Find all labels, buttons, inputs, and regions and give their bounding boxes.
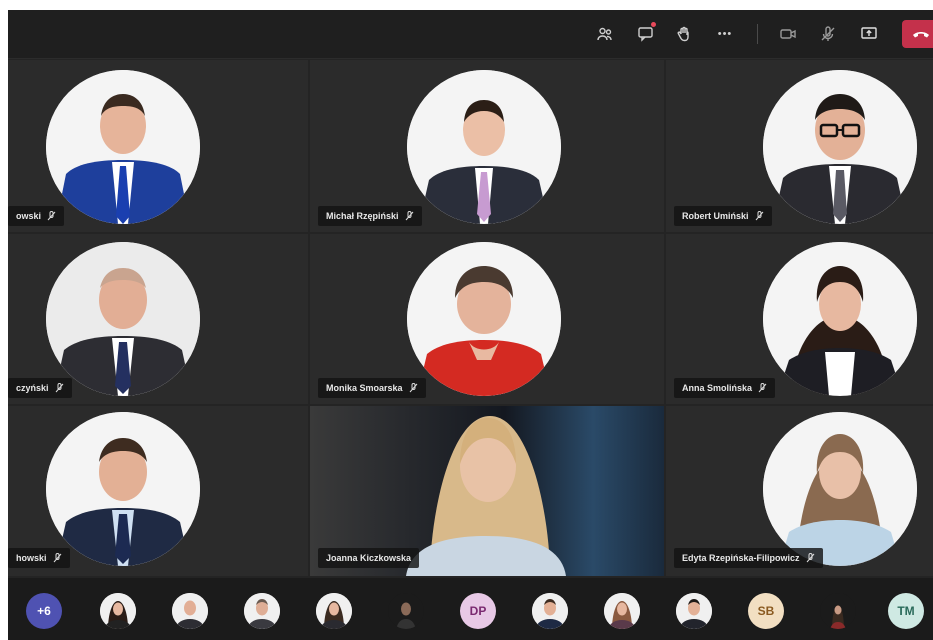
participant-name: Joanna Kiczkowska: [326, 553, 412, 563]
participant-avatar: [46, 412, 200, 566]
microphone-muted-icon: [806, 553, 814, 563]
participant-tile[interactable]: czyński: [8, 234, 308, 404]
chat-icon: [638, 27, 653, 42]
participant-avatar: [46, 242, 200, 396]
participant-initials-avatar[interactable]: DP: [460, 593, 496, 629]
hang-up-icon: [913, 32, 929, 38]
participant-thumbnail[interactable]: [316, 593, 352, 629]
participant-thumbnail[interactable]: [820, 593, 856, 629]
participant-thumbnail[interactable]: [172, 593, 208, 629]
participant-tile[interactable]: Anna Smolińska: [666, 234, 933, 404]
participant-avatar: [46, 70, 200, 224]
microphone-muted-icon: [47, 211, 56, 221]
camera-button[interactable]: [776, 23, 800, 45]
microphone-muted-icon: [55, 383, 63, 393]
participant-name-tag: Monika Smoarska: [318, 378, 426, 398]
participant-tile[interactable]: Monika Smoarska: [310, 234, 664, 404]
participant-name: howski: [16, 553, 47, 563]
participant-thumbnail[interactable]: [532, 593, 568, 629]
participant-thumbnail[interactable]: [100, 593, 136, 629]
microphone-muted-icon: [405, 211, 413, 221]
participant-name-tag: czyński: [8, 378, 72, 398]
active-speaker-video-tile[interactable]: Joanna Kiczkowska: [310, 406, 664, 576]
participant-avatar: [407, 242, 561, 396]
microphone-muted-icon: [409, 383, 417, 393]
participant-name-tag: Anna Smolińska: [674, 378, 776, 398]
share-screen-icon: [861, 27, 877, 39]
participant-tile[interactable]: Robert Umiński: [666, 60, 933, 232]
people-icon: [597, 27, 612, 41]
participant-name: Edyta Rzepińska-Filipowicz: [682, 553, 800, 563]
camera-off-icon: [780, 29, 796, 39]
chat-button[interactable]: [634, 22, 658, 45]
hand-icon: [677, 26, 689, 42]
participant-tile[interactable]: howski: [8, 406, 308, 576]
more-participants-button[interactable]: +6: [26, 593, 62, 629]
participant-name: Monika Smoarska: [326, 383, 403, 393]
microphone-off-icon: [821, 26, 835, 41]
leave-call-button[interactable]: [902, 20, 933, 48]
participant-name-tag: Joanna Kiczkowska: [318, 548, 420, 568]
participant-avatar: [407, 70, 561, 224]
participant-name-tag: howski: [8, 548, 70, 568]
more-actions-button[interactable]: •••: [713, 23, 737, 45]
participant-thumbnail[interactable]: [676, 593, 712, 629]
participant-tile[interactable]: Edyta Rzepińska-Filipowicz: [666, 406, 933, 576]
microphone-muted-icon: [758, 383, 767, 393]
participant-thumbnail[interactable]: [604, 593, 640, 629]
participant-avatar: [763, 242, 917, 396]
participant-name: owski: [16, 211, 42, 221]
participant-name: Anna Smolińska: [682, 383, 753, 393]
participant-name: Robert Umiński: [682, 211, 749, 221]
meeting-window: ••• owski Michał Rzępiński Robert Umińsk…: [8, 10, 933, 640]
participant-thumbnail[interactable]: [244, 593, 280, 629]
microphone-muted-icon: [755, 211, 763, 221]
toolbar-divider: [757, 24, 758, 44]
participant-name-tag: Edyta Rzepińska-Filipowicz: [674, 548, 823, 568]
raise-hand-button[interactable]: [672, 23, 696, 45]
participant-avatar: [763, 412, 917, 566]
participant-thumbnail[interactable]: [388, 593, 424, 629]
participant-initials-avatar[interactable]: SB: [748, 593, 784, 629]
chat-notification-dot: [651, 22, 656, 27]
participant-name-tag: Robert Umiński: [674, 206, 772, 226]
participant-name: czyński: [16, 383, 49, 393]
participant-initials-avatar[interactable]: TM: [888, 593, 924, 629]
participant-strip: +6 DP SB TM: [8, 578, 933, 640]
meeting-toolbar: •••: [8, 10, 933, 59]
participant-tile[interactable]: Michał Rzępiński: [310, 60, 664, 232]
share-screen-button[interactable]: [857, 23, 881, 45]
microphone-muted-icon: [53, 553, 61, 563]
microphone-button[interactable]: [816, 23, 840, 45]
participant-name: Michał Rzępiński: [326, 211, 399, 221]
participant-avatar: [763, 70, 917, 224]
participant-name-tag: owski: [8, 206, 65, 226]
participants-button[interactable]: [593, 23, 617, 45]
participant-tile[interactable]: owski: [8, 60, 308, 232]
participant-name-tag: Michał Rzępiński: [318, 206, 422, 226]
